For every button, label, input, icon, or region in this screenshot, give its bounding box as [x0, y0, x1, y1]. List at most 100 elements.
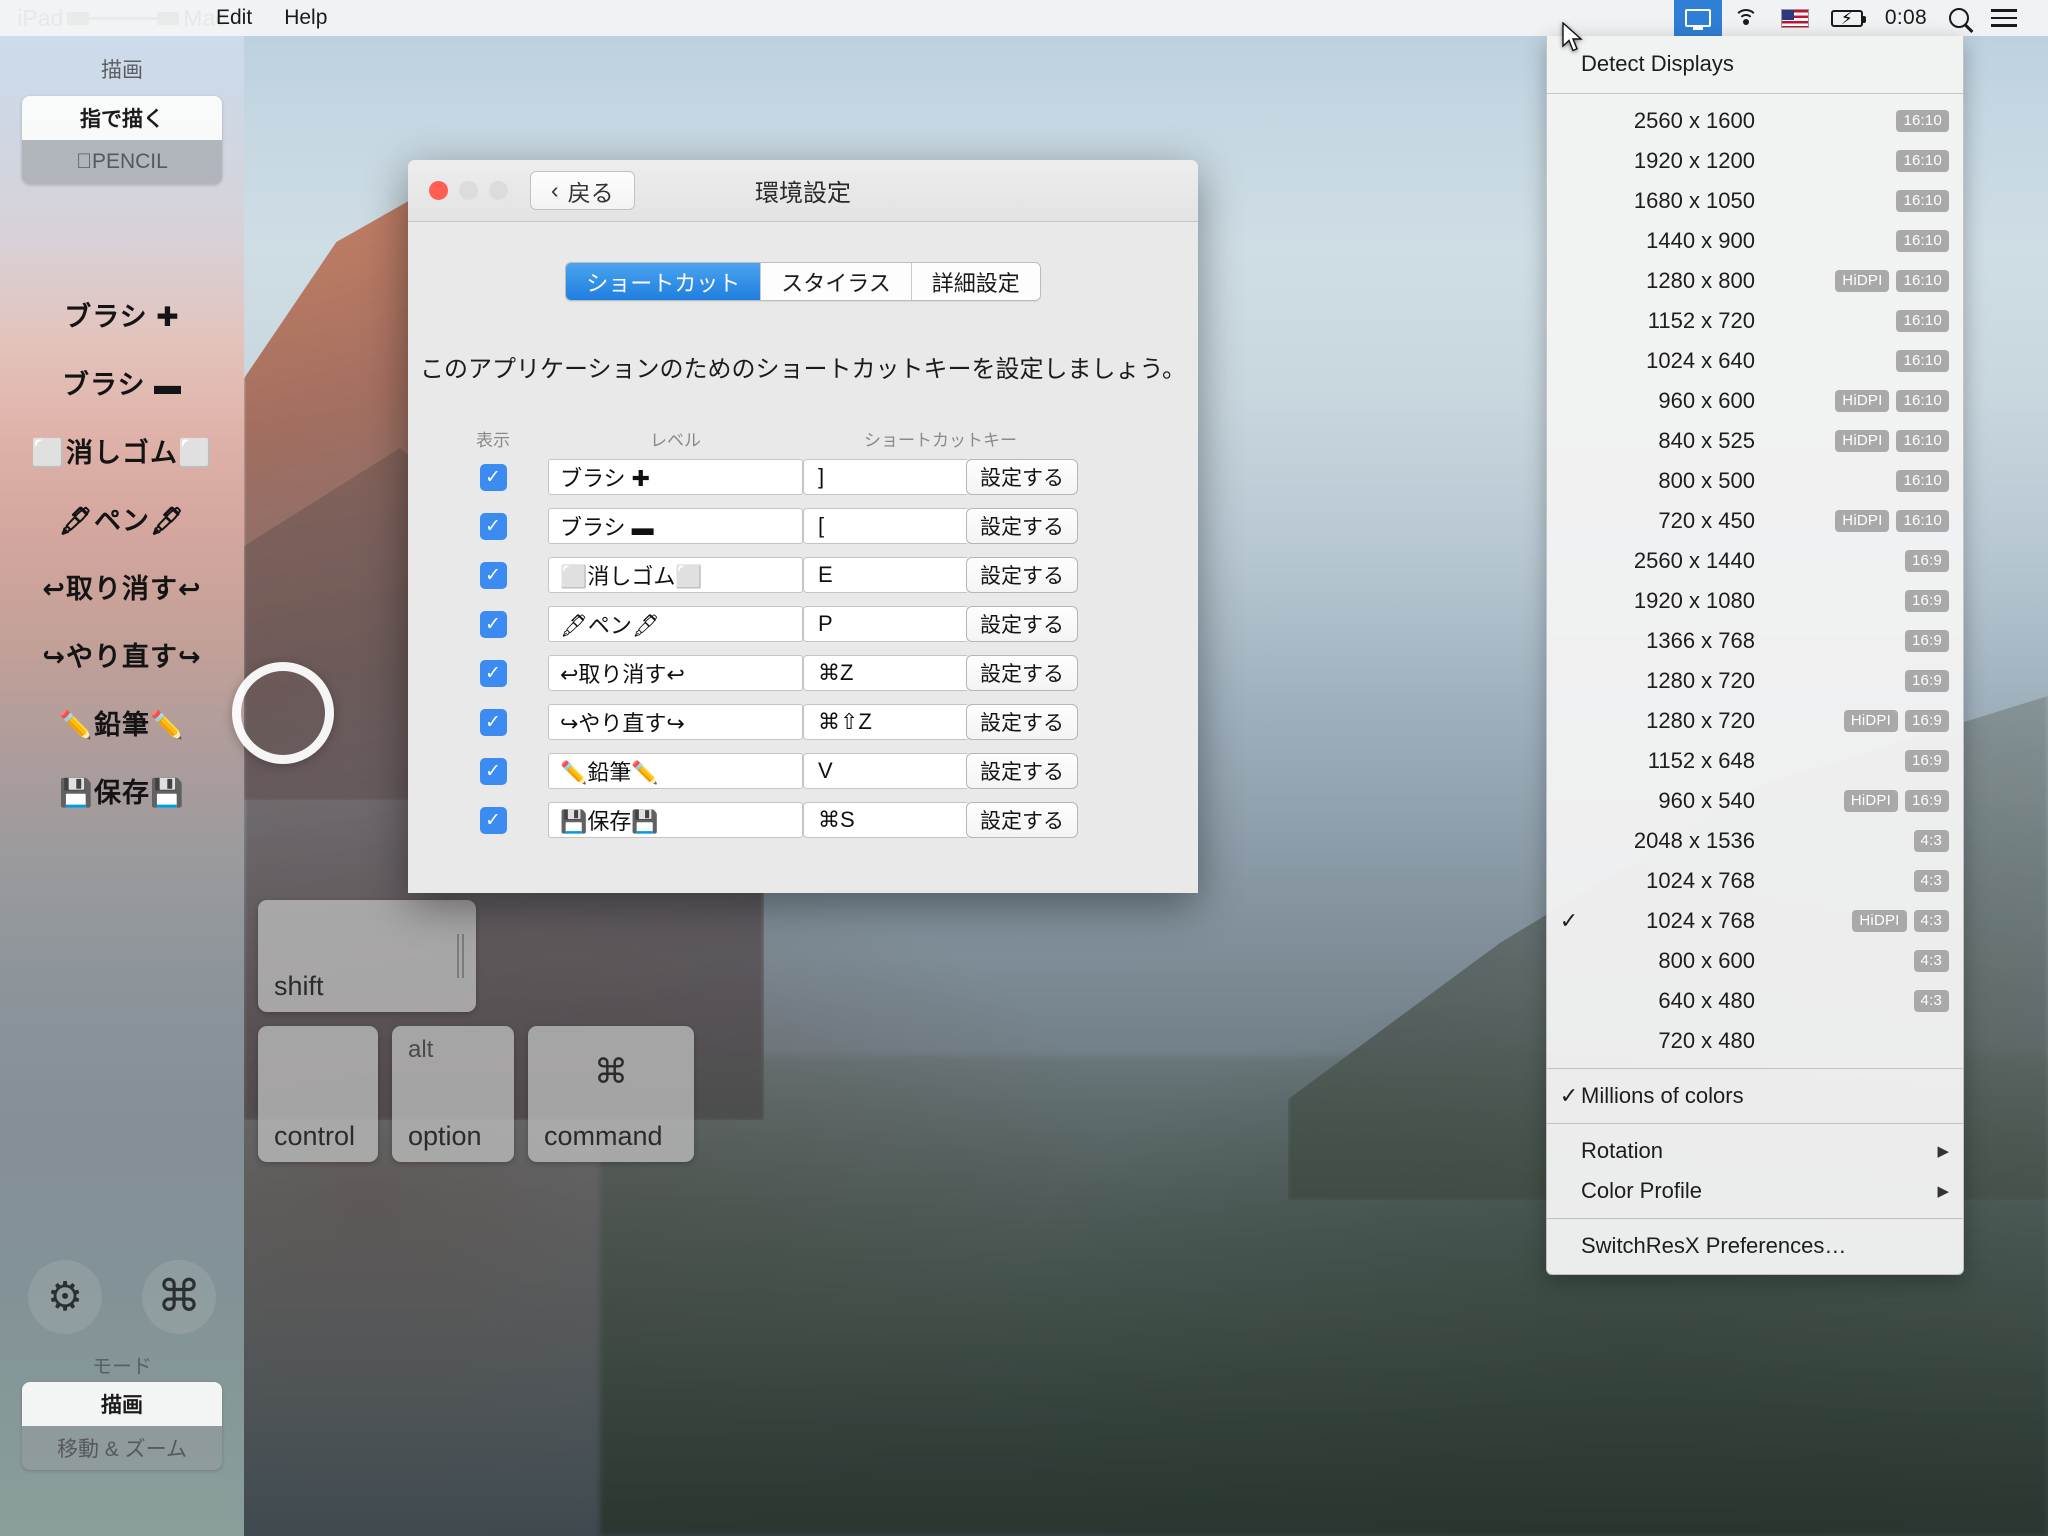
- level-input[interactable]: ↩取り消す↩: [548, 655, 803, 691]
- menu-item-resolution[interactable]: ✓ 1024 x 768 HiDPI 4:3: [1547, 901, 1963, 941]
- input-mode-pencil[interactable]: PENCIL: [22, 140, 222, 184]
- set-shortcut-button[interactable]: 設定する: [966, 655, 1078, 691]
- sidebar-tool-item[interactable]: ブラシ ▬: [0, 348, 244, 416]
- menu-item-resolution[interactable]: 720 x 480: [1547, 1021, 1963, 1061]
- menu-item-color-profile[interactable]: Color Profile ▶: [1547, 1171, 1963, 1211]
- menu-item-detect-displays[interactable]: Detect Displays: [1547, 42, 1963, 86]
- aspect-ratio-badge: 16:9: [1905, 789, 1949, 813]
- sidebar-tool-item[interactable]: ↪やり直す↪: [0, 620, 244, 688]
- level-input[interactable]: ブラシ ✚: [548, 459, 803, 495]
- shortcut-key-input[interactable]: ⌘S: [803, 802, 967, 838]
- menu-item-resolution[interactable]: 1280 x 720 16:9: [1547, 661, 1963, 701]
- sidebar-tool-item[interactable]: 🖋ペン🖋: [0, 484, 244, 552]
- set-shortcut-button[interactable]: 設定する: [966, 802, 1078, 838]
- menu-edit[interactable]: Edit: [200, 0, 268, 36]
- set-shortcut-button[interactable]: 設定する: [966, 704, 1078, 740]
- key-shift-label: shift: [274, 971, 324, 1001]
- resize-grip-icon[interactable]: [457, 934, 467, 978]
- mode-toggle: 描画 移動 & ズーム: [22, 1382, 222, 1470]
- command-button[interactable]: ⌘: [142, 1260, 216, 1334]
- menu-item-resolution[interactable]: 960 x 540 HiDPI 16:9: [1547, 781, 1963, 821]
- spotlight-button[interactable]: [1938, 8, 1980, 28]
- menu-item-resolution[interactable]: 2048 x 1536 4:3: [1547, 821, 1963, 861]
- resolution-label: 1024 x 768: [1646, 868, 1755, 893]
- menu-help[interactable]: Help: [268, 0, 343, 36]
- sidebar-tool-item[interactable]: 💾保存💾: [0, 756, 244, 824]
- show-checkbox[interactable]: ✓: [479, 757, 507, 785]
- set-shortcut-button[interactable]: 設定する: [966, 508, 1078, 544]
- tab-0[interactable]: ショートカット: [566, 263, 761, 300]
- level-input[interactable]: ↪やり直す↪: [548, 704, 803, 740]
- show-checkbox[interactable]: ✓: [479, 512, 507, 540]
- menu-item-resolution[interactable]: 1152 x 648 16:9: [1547, 741, 1963, 781]
- sidebar-tool-item[interactable]: ⬜消しゴム⬜: [0, 416, 244, 484]
- menu-item-switchresx-preferences[interactable]: SwitchResX Preferences…: [1547, 1226, 1963, 1266]
- settings-button[interactable]: ⚙: [28, 1260, 102, 1334]
- show-checkbox[interactable]: ✓: [479, 659, 507, 687]
- shortcut-key-input[interactable]: E: [803, 557, 967, 593]
- shortcut-key-input[interactable]: ]: [803, 459, 967, 495]
- shortcut-key-input[interactable]: ⌘⇧Z: [803, 704, 967, 740]
- menu-item-resolution[interactable]: 2560 x 1440 16:9: [1547, 541, 1963, 581]
- notification-center-button[interactable]: [1980, 4, 2028, 32]
- menu-item-resolution[interactable]: 1280 x 720 HiDPI 16:9: [1547, 701, 1963, 741]
- level-input[interactable]: 💾保存💾: [548, 802, 803, 838]
- menu-item-resolution[interactable]: 840 x 525 HiDPI 16:10: [1547, 421, 1963, 461]
- menu-item-resolution[interactable]: 1440 x 900 16:10: [1547, 221, 1963, 261]
- mode-draw[interactable]: 描画: [22, 1382, 222, 1426]
- set-shortcut-button[interactable]: 設定する: [966, 753, 1078, 789]
- menu-item-resolution[interactable]: 800 x 500 16:10: [1547, 461, 1963, 501]
- key-shift[interactable]: shift: [258, 900, 476, 1012]
- aspect-ratio-badge: 16:10: [1896, 109, 1949, 133]
- battery-status-button[interactable]: ⚡: [1820, 9, 1874, 27]
- menu-item-resolution[interactable]: 2560 x 1600 16:10: [1547, 101, 1963, 141]
- show-checkbox[interactable]: ✓: [479, 463, 507, 491]
- sidebar-tool-item[interactable]: ✏️鉛筆✏️: [0, 688, 244, 756]
- show-checkbox[interactable]: ✓: [479, 708, 507, 736]
- menu-item-resolution[interactable]: 720 x 450 HiDPI 16:10: [1547, 501, 1963, 541]
- key-command[interactable]: ⌘ command: [528, 1026, 694, 1162]
- level-input[interactable]: ⬜消しゴム⬜: [548, 557, 803, 593]
- level-input[interactable]: ブラシ ▬: [548, 508, 803, 544]
- shortcut-key-input[interactable]: ⌘Z: [803, 655, 967, 691]
- menu-bar-clock[interactable]: 0:08: [1874, 0, 1938, 36]
- wifi-status-button[interactable]: [1722, 8, 1770, 28]
- set-shortcut-button[interactable]: 設定する: [966, 606, 1078, 642]
- menu-item-millions-of-colors[interactable]: ✓ Millions of colors: [1547, 1076, 1963, 1116]
- sidebar-tool-item[interactable]: ↩取り消す↩: [0, 552, 244, 620]
- shortcut-key-input[interactable]: [: [803, 508, 967, 544]
- menu-item-resolution[interactable]: 1920 x 1200 16:10: [1547, 141, 1963, 181]
- key-option[interactable]: alt option: [392, 1026, 514, 1162]
- sidebar-tool-label: 🖋ペン🖋: [58, 505, 186, 536]
- switchresx-menu-button[interactable]: [1673, 0, 1722, 36]
- show-checkbox[interactable]: ✓: [479, 561, 507, 589]
- key-control[interactable]: control: [258, 1026, 378, 1162]
- menu-item-resolution[interactable]: 1024 x 640 16:10: [1547, 341, 1963, 381]
- shortcut-key-input[interactable]: V: [803, 753, 967, 789]
- hidpi-badge: [1875, 158, 1889, 164]
- menu-divider: [1547, 1218, 1963, 1219]
- menu-item-resolution[interactable]: 1680 x 1050 16:10: [1547, 181, 1963, 221]
- level-input[interactable]: 🖋ペン🖋: [548, 606, 803, 642]
- menu-item-resolution[interactable]: 640 x 480 4:3: [1547, 981, 1963, 1021]
- menu-item-resolution[interactable]: 1152 x 720 16:10: [1547, 301, 1963, 341]
- menu-item-resolution[interactable]: 960 x 600 HiDPI 16:10: [1547, 381, 1963, 421]
- shortcut-key-input[interactable]: P: [803, 606, 967, 642]
- menu-item-resolution[interactable]: 1366 x 768 16:9: [1547, 621, 1963, 661]
- set-shortcut-button[interactable]: 設定する: [966, 459, 1078, 495]
- menu-item-resolution[interactable]: 1280 x 800 HiDPI 16:10: [1547, 261, 1963, 301]
- input-language-button[interactable]: [1770, 8, 1820, 28]
- set-shortcut-button[interactable]: 設定する: [966, 557, 1078, 593]
- menu-item-rotation[interactable]: Rotation ▶: [1547, 1131, 1963, 1171]
- show-checkbox[interactable]: ✓: [479, 610, 507, 638]
- tab-2[interactable]: 詳細設定: [910, 263, 1040, 300]
- tab-1[interactable]: スタイラス: [760, 263, 911, 300]
- level-input[interactable]: ✏️鉛筆✏️: [548, 753, 803, 789]
- menu-item-resolution[interactable]: 800 x 600 4:3: [1547, 941, 1963, 981]
- input-mode-finger[interactable]: 指で描く: [22, 96, 222, 140]
- menu-item-resolution[interactable]: 1920 x 1080 16:9: [1547, 581, 1963, 621]
- mode-pan-zoom[interactable]: 移動 & ズーム: [22, 1426, 222, 1470]
- menu-item-resolution[interactable]: 1024 x 768 4:3: [1547, 861, 1963, 901]
- sidebar-tool-item[interactable]: ブラシ ✚: [0, 280, 244, 348]
- show-checkbox[interactable]: ✓: [479, 806, 507, 834]
